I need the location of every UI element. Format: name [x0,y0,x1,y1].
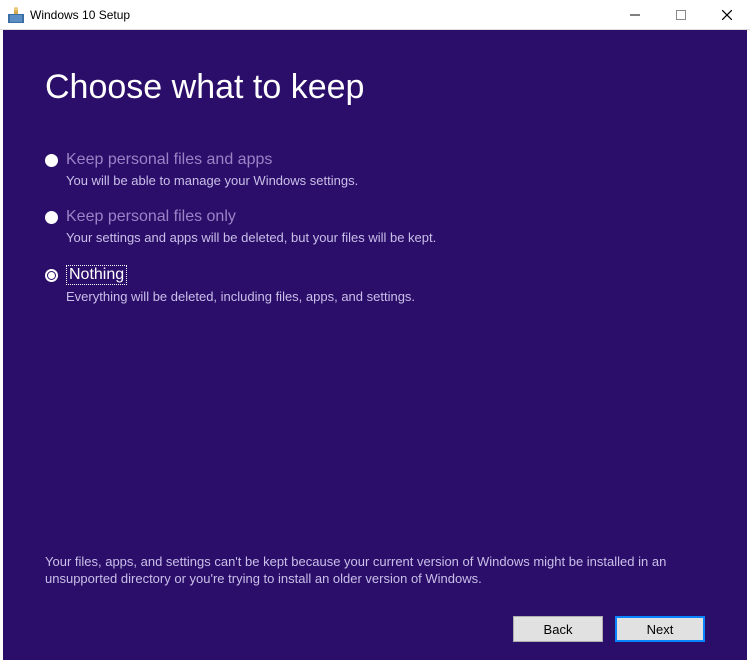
close-button[interactable] [704,0,750,30]
app-icon [8,7,24,23]
option-description: You will be able to manage your Windows … [66,173,705,188]
back-button[interactable]: Back [513,616,603,642]
window-title: Windows 10 Setup [30,8,130,22]
option-description: Everything will be deleted, including fi… [66,289,705,304]
option-label: Keep personal files and apps [66,151,272,169]
button-row: Back Next [513,616,705,642]
option-nothing[interactable]: Nothing Everything will be deleted, incl… [45,265,705,304]
option-label: Keep personal files only [66,208,236,226]
option-keep-files-apps: Keep personal files and apps You will be… [45,151,705,188]
options-group: Keep personal files and apps You will be… [45,151,705,304]
maximize-button[interactable] [658,0,704,30]
next-button[interactable]: Next [615,616,705,642]
radio-keep-files-only [45,211,58,224]
radio-nothing[interactable] [45,269,58,282]
page-heading: Choose what to keep [45,68,705,107]
minimize-button[interactable] [612,0,658,30]
footnote-text: Your files, apps, and settings can't be … [45,553,705,588]
content-area: Choose what to keep Keep personal files … [3,30,747,660]
titlebar: Windows 10 Setup [0,0,750,30]
option-description: Your settings and apps will be deleted, … [66,230,705,245]
option-label[interactable]: Nothing [66,265,127,285]
option-keep-files-only: Keep personal files only Your settings a… [45,208,705,245]
radio-keep-files-apps [45,154,58,167]
